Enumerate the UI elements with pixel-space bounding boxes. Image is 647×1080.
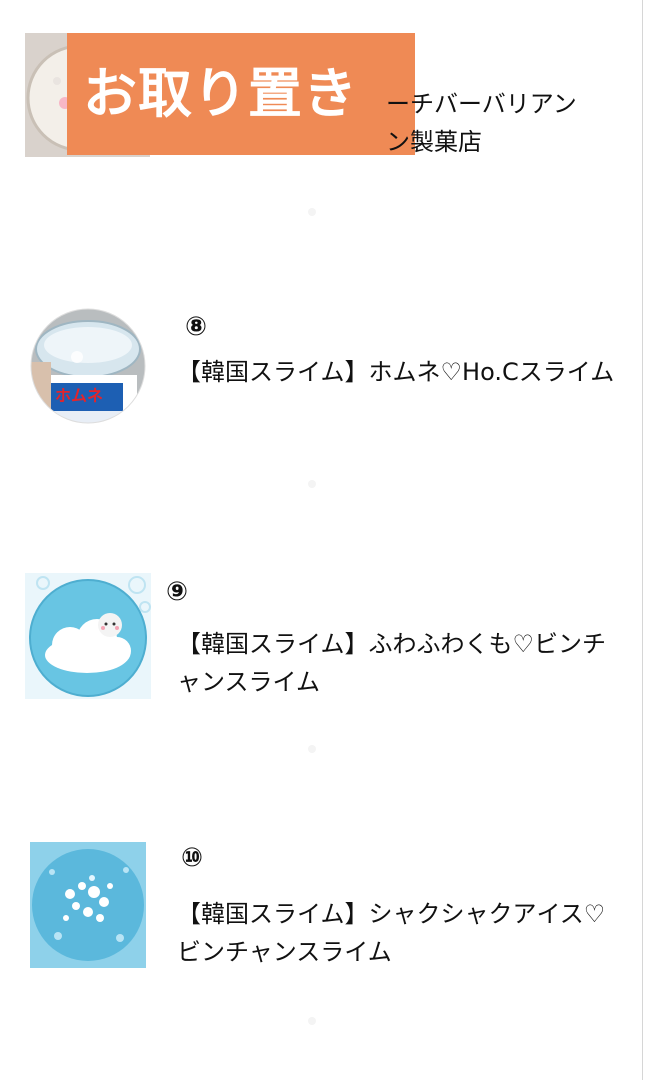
separator-dot	[308, 1017, 316, 1025]
reserved-badge: お取り置き	[67, 33, 415, 155]
ice-slime-image	[30, 842, 146, 968]
homune-slime-jar-image: ホムネ	[29, 307, 147, 425]
list-item[interactable]: お取り置き ーチバーバリアン ン製菓店	[0, 0, 640, 230]
separator-dot	[308, 745, 316, 753]
list-item[interactable]: ⑩ 【韓国スライム】シャクシャクアイス♡ビンチャンスライム	[0, 835, 640, 1065]
item-title: 【韓国スライム】ホムネ♡Ho.Cスライム	[177, 358, 615, 386]
item-title: ーチバーバリアン ン製菓店	[386, 90, 577, 156]
cloud-slime-image	[25, 573, 151, 699]
separator-dot	[308, 208, 316, 216]
item-number: ⑨	[166, 577, 189, 607]
jar-label-text: ホムネ	[55, 386, 104, 405]
separator-dot	[308, 480, 316, 488]
scroll-edge-divider	[642, 0, 643, 1080]
item-title: 【韓国スライム】ふわふわくも♡ビンチャンスライム	[177, 630, 607, 696]
list-item[interactable]: ⑨ 【韓国スライム】ふわふわくも♡ビンチャンスライム	[0, 565, 640, 795]
list-item[interactable]: ホムネ ⑧ 【韓国スライム】ホムネ♡Ho.Cスライム	[0, 295, 640, 525]
item-number: ⑩	[181, 843, 204, 873]
item-title: 【韓国スライム】シャクシャクアイス♡ビンチャンスライム	[177, 900, 606, 966]
item-number: ⑧	[185, 312, 208, 342]
